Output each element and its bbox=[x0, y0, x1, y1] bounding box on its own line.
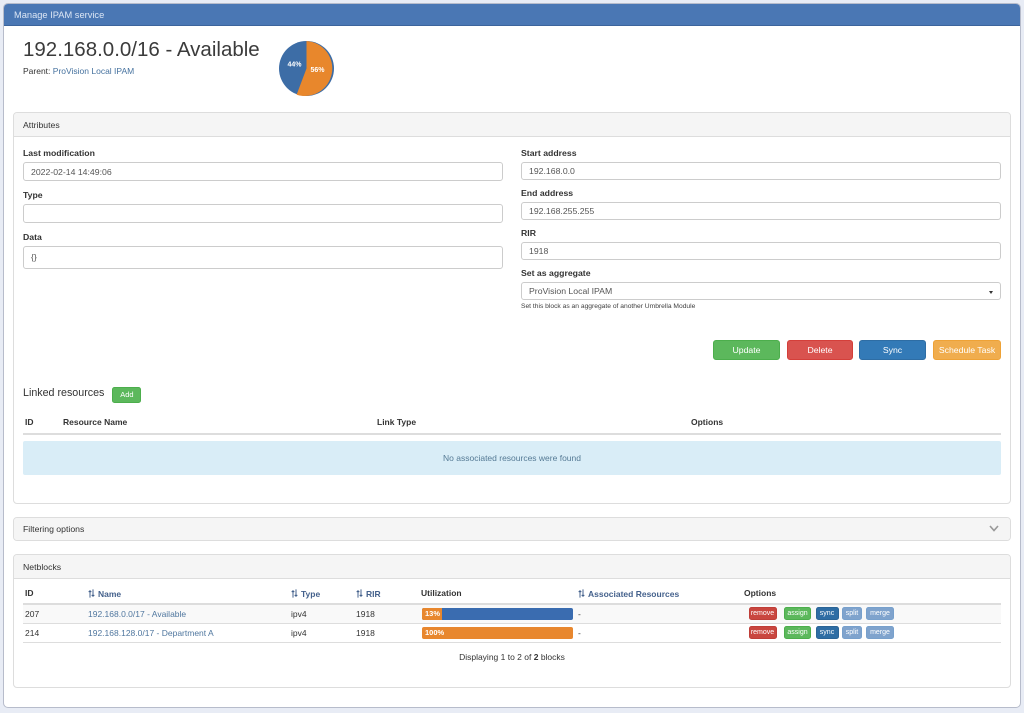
svg-text:56%: 56% bbox=[311, 67, 326, 74]
svg-text:44%: 44% bbox=[288, 62, 303, 69]
